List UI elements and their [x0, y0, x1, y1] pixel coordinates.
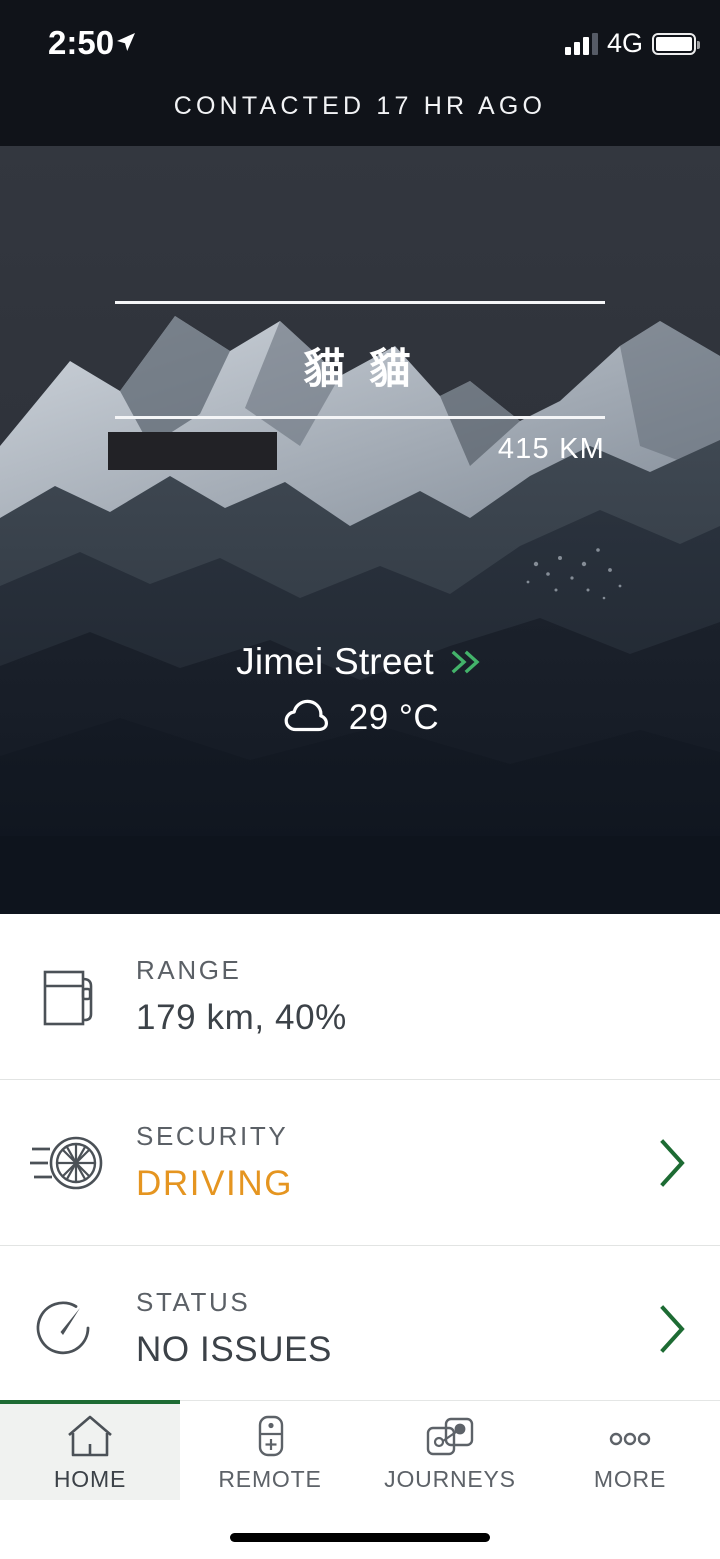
contacted-status-text: CONTACTED 17 HR AGO: [173, 92, 547, 120]
location-arrow-icon: [114, 30, 138, 59]
fuel-pump-icon: [0, 962, 136, 1032]
vehicle-hero-panel[interactable]: 貓 貓 415 KM Jimei Street 29 °C: [0, 146, 720, 914]
location-name: Jimei Street: [236, 641, 434, 682]
list-item-status[interactable]: STATUS NO ISSUES: [0, 1246, 720, 1412]
route-cards-icon: [422, 1413, 478, 1459]
double-chevron-right-icon[interactable]: [450, 649, 484, 675]
status-text-block: STATUS NO ISSUES: [136, 1287, 624, 1370]
list-item-security[interactable]: SECURITY DRIVING: [0, 1080, 720, 1246]
status-bar-indicators: 4G: [564, 28, 700, 59]
vehicle-info-list: RANGE 179 km, 40% SECURITY DRIVING STATU…: [0, 914, 720, 1412]
security-label: SECURITY: [136, 1121, 289, 1151]
tab-more[interactable]: MORE: [540, 1401, 720, 1500]
bottom-tab-bar: HOME REMOTE JOURNEYS MORE: [0, 1400, 720, 1500]
security-text-block: SECURITY DRIVING: [136, 1121, 624, 1204]
range-text-block: RANGE 179 km, 40%: [136, 955, 624, 1038]
app-screen: 2:50 4G CONTACTED 17 HR AGO 貓 貓 415 KM J…: [0, 0, 720, 1559]
signal-strength-icon: [564, 32, 598, 55]
status-value: NO ISSUES: [136, 1330, 333, 1369]
ellipsis-icon: [602, 1413, 658, 1459]
tab-home-label: HOME: [53, 1465, 127, 1492]
location-link[interactable]: Jimei Street: [236, 641, 484, 683]
mountain-background-image: [0, 146, 720, 914]
location-weather-block: Jimei Street 29 °C: [0, 641, 720, 738]
status-bar-time: 2:50: [48, 24, 115, 61]
status-label: STATUS: [136, 1287, 251, 1317]
house-icon: [64, 1413, 116, 1459]
temperature-value: 29 °C: [348, 697, 440, 737]
list-item-range[interactable]: RANGE 179 km, 40%: [0, 914, 720, 1080]
security-value: DRIVING: [136, 1164, 294, 1203]
network-type-label: 4G: [606, 28, 643, 58]
range-value: 179 km, 40%: [136, 998, 347, 1037]
gauge-icon: [0, 1294, 136, 1364]
tab-remote[interactable]: REMOTE: [180, 1401, 360, 1500]
wheel-motion-icon: [0, 1127, 136, 1199]
status-bar: 2:50 4G CONTACTED 17 HR AGO: [0, 0, 720, 146]
tab-remote-label: REMOTE: [218, 1465, 322, 1492]
key-fob-icon: [249, 1413, 291, 1459]
range-label: RANGE: [136, 955, 242, 985]
tab-home[interactable]: HOME: [0, 1400, 180, 1500]
tab-journeys[interactable]: JOURNEYS: [360, 1401, 540, 1500]
cloud-icon: [281, 697, 333, 738]
tab-journeys-label: JOURNEYS: [384, 1465, 516, 1492]
battery-icon: [652, 32, 700, 55]
security-chevron-icon[interactable]: [624, 1137, 720, 1189]
status-chevron-icon[interactable]: [624, 1303, 720, 1355]
home-indicator[interactable]: [230, 1533, 490, 1542]
tab-more-label: MORE: [593, 1465, 667, 1492]
